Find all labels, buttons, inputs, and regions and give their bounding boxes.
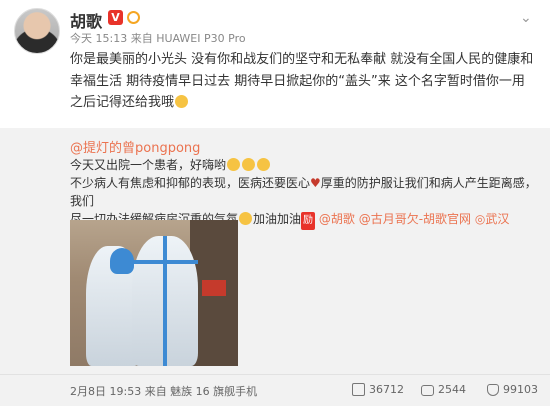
repost-text-segment: 今天又出院一个患者，好嗨哟 [70,158,227,172]
blue-tape [163,236,167,366]
laugh-emoji-icon [175,95,189,108]
username[interactable]: 胡歌 [70,8,102,32]
post-text-line: 你是最美丽的小光头 没有你和战友们的坚守和无私奉献 就没有全国人民的健康和 [70,52,534,67]
emoji-icon [227,158,241,171]
post-text: 你是最美丽的小光头 没有你和战友们的坚守和无私奉献 就没有全国人民的健康和 幸福… [70,49,540,114]
share-icon [352,383,365,396]
emoji-icon [239,212,253,225]
chevron-down-icon[interactable]: ⌄ [520,10,532,26]
verified-icon [127,11,140,24]
repost-card[interactable]: @提灯的曾pongpong 今天又出院一个患者，好嗨哟 不少病人有焦虑和抑郁的表… [0,128,550,406]
repost-text-segment: 不少病人有焦虑和抑郁的表现，医病还要医心 [70,176,311,190]
vip-badge-icon: V [108,10,123,25]
emoji-icon [242,158,256,171]
post-meta: 今天 15:13 来自 HUAWEI P30 Pro [70,32,246,45]
repost-footer: 2月8日 19:53 来自 魅族 16 旗舰手机 36712 2544 9910… [0,374,550,406]
mention-link[interactable]: @胡歌 [319,212,355,226]
mention-link[interactable]: @古月哥欠-胡歌官网 [359,212,471,226]
repost-text-line: 不少病人有焦虑和抑郁的表现，医病还要医心♥厚重的防护服让我们和病人产生距离感，我… [70,174,540,210]
repost-time[interactable]: 2月8日 19:53 来自 魅族 16 旗舰手机 [70,383,257,399]
avatar[interactable] [14,8,60,54]
repost-text-segment: 加油加油 [253,212,302,226]
repost-author-link[interactable]: @提灯的曾pongpong [70,137,200,156]
location-link[interactable]: ◎武汉 [475,212,509,226]
like-count: 99103 [503,383,538,396]
like-icon [487,384,499,396]
comment-icon [421,385,434,396]
blue-hood [110,248,134,274]
cheer-icon: 励 [301,212,316,230]
emoji-icon [257,158,271,171]
heart-icon: ♥ [310,176,321,190]
post-text-line: 之后记得还给我哦 [70,92,540,114]
repost-text-line: 今天又出院一个患者，好嗨哟 [70,156,271,173]
share-button[interactable]: 36712 [352,381,404,399]
weibo-post: 胡歌 V ⌄ 今天 15:13 来自 HUAWEI P30 Pro 你是最美丽的… [0,0,550,128]
post-text-segment: 之后记得还给我哦 [70,95,175,110]
share-count: 36712 [369,383,404,396]
red-sign [202,280,226,296]
like-button[interactable]: 99103 [487,381,538,399]
post-text-line: 幸福生活 期待疫情早日过去 期待早日掀起你的“盖头”来 这个名字暂时借你一用 [70,73,525,89]
comment-count: 2544 [438,383,466,396]
post-photo[interactable] [70,220,238,366]
comment-button[interactable]: 2544 [421,381,466,399]
